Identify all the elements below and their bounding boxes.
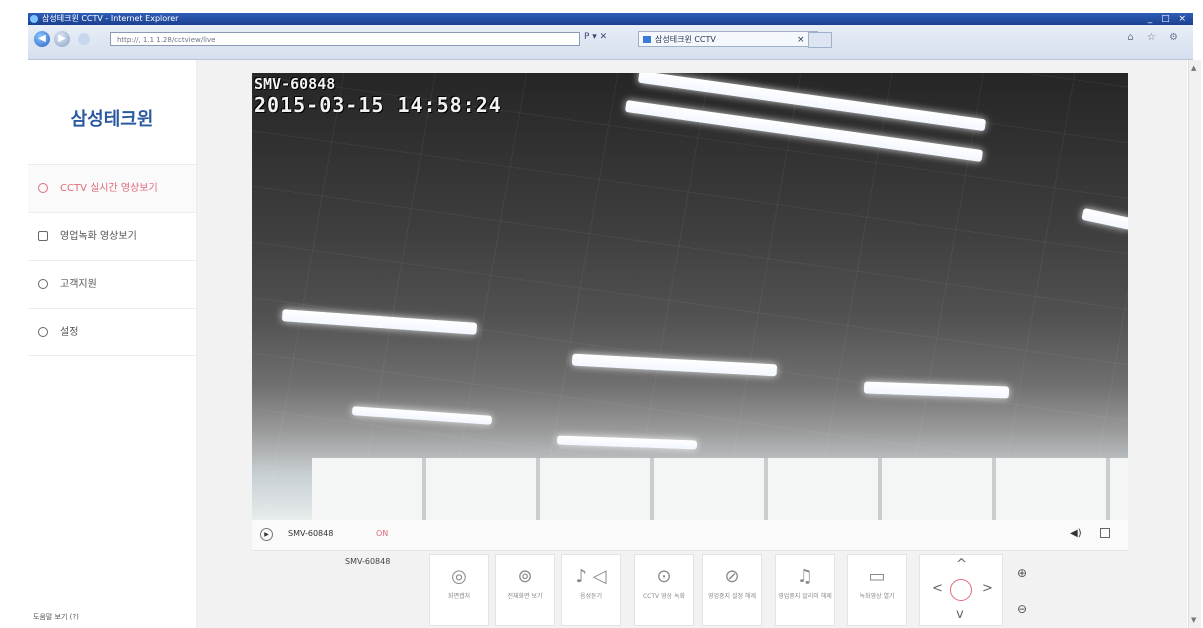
bell-icon: ♫ <box>796 566 814 587</box>
button-label: 화면캡처 <box>447 593 471 600</box>
scroll-up-icon[interactable]: ▲ <box>1191 64 1196 72</box>
browser-titlebar: 삼성테크윈 CCTV - Internet Explorer _ □ × <box>28 13 1193 25</box>
ptz-center-icon[interactable] <box>950 579 972 601</box>
back-button[interactable]: ◀ <box>34 31 50 47</box>
microphone-speaker-icon: ♪ ◁ <box>575 566 607 587</box>
ptz-down-icon[interactable]: v <box>956 607 964 622</box>
record-button[interactable]: ⊙ CCTV 영상 녹화 <box>634 554 694 626</box>
volume-icon[interactable]: ◀) <box>1070 528 1082 539</box>
osd-timestamp: 2015-03-15 14:58:24 <box>254 93 502 117</box>
open-recording-button[interactable]: ▭ 녹화영상 열기 <box>847 554 907 626</box>
new-tab-button[interactable] <box>808 32 832 48</box>
zoom-in-icon[interactable]: ⊕ <box>1013 564 1031 582</box>
osd-camera-name: SMV-60848 <box>254 75 336 93</box>
webcam-icon: ⊚ <box>517 566 533 587</box>
sidebar-item-label: 고객지원 <box>60 279 97 290</box>
sidebar: 삼성테크윈 CCTV 실시간 영상보기 영업녹화 영상보기 고객지원 설정 도움… <box>28 60 197 628</box>
sidebar-item-settings[interactable]: 설정 <box>28 308 196 356</box>
pause-setting-button[interactable]: ⊘ 영업중지 설정 해제 <box>702 554 762 626</box>
browser-tools[interactable]: ⌂ ☆ ⚙ <box>1127 32 1183 43</box>
video-model-label: SMV-60848 <box>288 529 334 538</box>
button-label: 녹화영상 열기 <box>859 593 895 600</box>
status-badge: ON <box>376 529 389 538</box>
address-controls[interactable]: P ▾ ✕ <box>584 32 607 42</box>
fullscreen-view-button[interactable]: ⊚ 전체화면 보기 <box>495 554 555 626</box>
browser-tab[interactable]: 삼성테크윈 CCTV × <box>638 31 818 47</box>
pause-alert-button[interactable]: ♫ 영업중지 알리미 해제 <box>775 554 835 626</box>
button-label: 영업중지 알리미 해제 <box>778 593 832 600</box>
video-osd: SMV-60848 2015-03-15 14:58:24 <box>254 75 502 117</box>
record-icon: ⊙ <box>656 566 672 587</box>
brand-logo[interactable]: 삼성테크윈 <box>28 105 196 131</box>
office-windows <box>312 458 1128 520</box>
ptz-control[interactable]: ^ v < > <box>919 554 1003 626</box>
fullscreen-icon[interactable] <box>1100 528 1110 538</box>
audio-button[interactable]: ♪ ◁ 음성듣기 <box>561 554 621 626</box>
zoom-out-icon[interactable]: ⊖ <box>1013 600 1031 618</box>
sidebar-menu: CCTV 실시간 영상보기 영업녹화 영상보기 고객지원 설정 <box>28 164 196 356</box>
scroll-down-icon[interactable]: ▼ <box>1191 616 1196 624</box>
sidebar-item-support[interactable]: 고객지원 <box>28 260 196 308</box>
ptz-left-icon[interactable]: < <box>932 581 943 596</box>
ptz-up-icon[interactable]: ^ <box>956 557 967 572</box>
window-controls[interactable]: _ □ × <box>1148 13 1189 25</box>
address-bar[interactable]: http://, 1.1 1.28/cctview/live <box>110 32 580 46</box>
video-toolbar: ▶ SMV-60848 ON ◀) <box>252 520 1128 551</box>
tab-favicon-icon <box>643 36 651 43</box>
device-label: SMV-60848 <box>345 557 391 566</box>
record-icon <box>38 231 48 241</box>
help-link[interactable]: 도움말 보기 (?) <box>33 612 79 622</box>
button-label: 음성듣기 <box>579 593 603 600</box>
button-label: 전체화면 보기 <box>507 593 543 600</box>
tab-title: 삼성테크윈 CCTV <box>655 35 716 44</box>
live-video-feed[interactable]: SMV-60848 2015-03-15 14:58:24 <box>252 73 1128 520</box>
forward-button[interactable]: ▶ <box>54 31 70 47</box>
page-scrollbar[interactable]: ▲ ▼ <box>1188 60 1201 628</box>
button-label: CCTV 영상 녹화 <box>642 593 686 600</box>
browser-navbar: ◀ ▶ http://, 1.1 1.28/cctview/live P ▾ ✕… <box>28 25 1193 60</box>
button-label: 영업중지 설정 해제 <box>708 593 756 600</box>
block-icon: ⊘ <box>724 566 740 587</box>
sidebar-item-label: CCTV 실시간 영상보기 <box>60 183 158 194</box>
camera-icon <box>38 183 48 193</box>
sidebar-item-label: 설정 <box>60 327 79 338</box>
sidebar-item-live-view[interactable]: CCTV 실시간 영상보기 <box>28 164 196 212</box>
window-title: 삼성테크윈 CCTV - Internet Explorer <box>42 14 179 23</box>
page-icon <box>78 33 90 45</box>
sidebar-item-label: 영업녹화 영상보기 <box>60 231 137 242</box>
capture-button[interactable]: ◎ 화면캡처 <box>429 554 489 626</box>
ptz-right-icon[interactable]: > <box>982 581 993 596</box>
sidebar-item-recordings[interactable]: 영업녹화 영상보기 <box>28 212 196 260</box>
tab-close-icon[interactable]: × <box>797 32 805 48</box>
camera-icon: ◎ <box>451 566 467 587</box>
folder-icon: ▭ <box>868 566 886 587</box>
user-icon <box>38 279 48 289</box>
play-icon[interactable]: ▶ <box>260 528 273 541</box>
main-panel: SMV-60848 2015-03-15 14:58:24 ▶ SMV-6084… <box>197 60 1187 628</box>
ie-logo-icon <box>30 15 38 23</box>
gear-icon <box>38 327 48 337</box>
ceiling-texture <box>252 73 1128 520</box>
